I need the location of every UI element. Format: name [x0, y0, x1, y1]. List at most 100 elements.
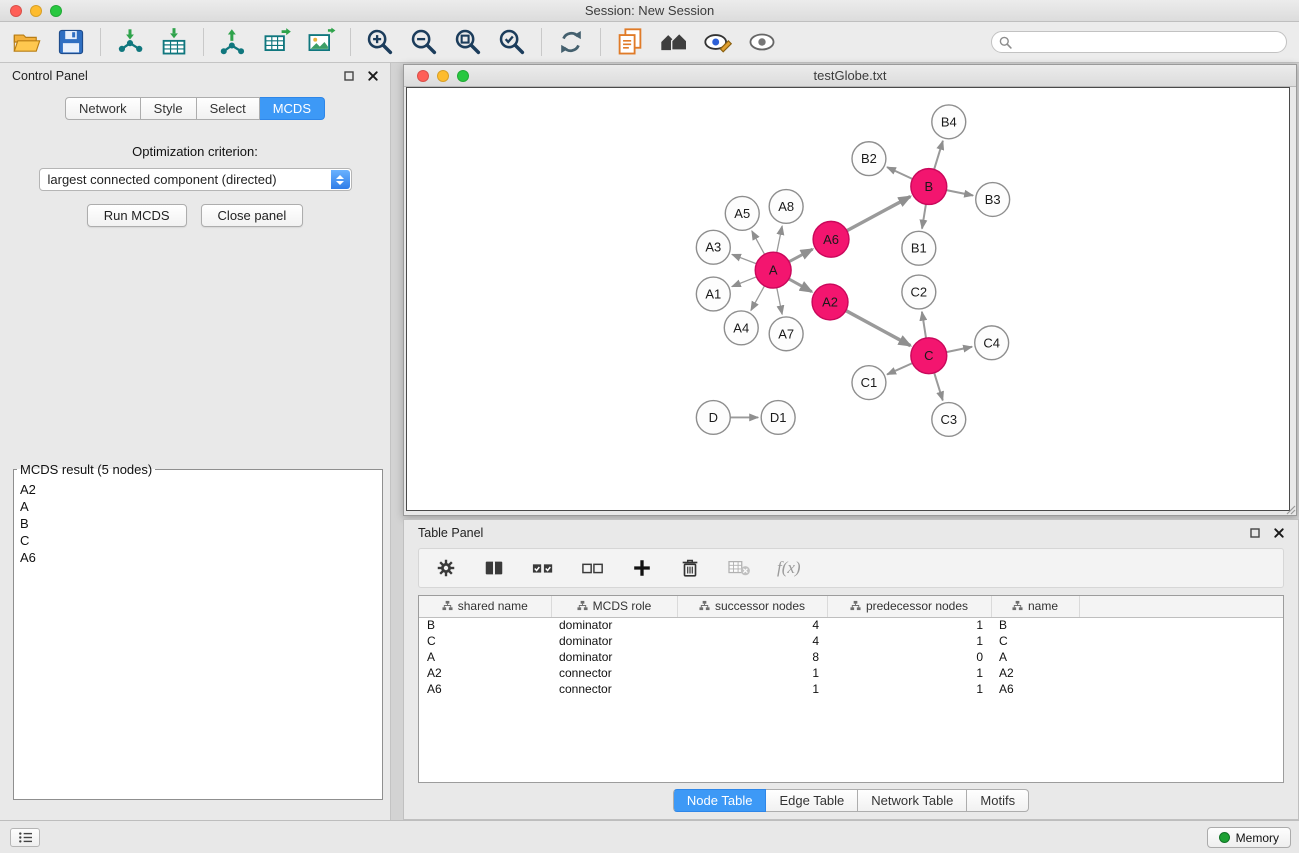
- tab-motifs[interactable]: Motifs: [967, 789, 1029, 812]
- tab-mcds[interactable]: MCDS: [260, 97, 325, 120]
- cell[interactable]: 1: [827, 681, 991, 697]
- birds-eye-view-icon[interactable]: [747, 27, 777, 57]
- node-A[interactable]: A: [755, 252, 791, 288]
- node-B3[interactable]: B3: [976, 183, 1010, 217]
- zoom-traffic-light[interactable]: [50, 5, 62, 17]
- edge-A-A7[interactable]: [777, 288, 782, 315]
- export-network-icon[interactable]: [218, 27, 248, 57]
- network-graph[interactable]: B4B2BB3A5A8A6B1A3AC2A1A2A4A7C4CC1C3DD1: [407, 88, 1289, 510]
- cell[interactable]: 8: [677, 649, 827, 665]
- node-C4[interactable]: C4: [975, 326, 1009, 360]
- node-C[interactable]: C: [911, 338, 947, 374]
- edge-A2-C[interactable]: [846, 311, 911, 346]
- node-A2[interactable]: A2: [812, 284, 848, 320]
- edge-B-B2[interactable]: [887, 167, 913, 179]
- cell[interactable]: A2: [419, 665, 551, 681]
- cell[interactable]: 1: [677, 681, 827, 697]
- edge-A-A3[interactable]: [732, 254, 756, 263]
- node-A1[interactable]: A1: [696, 277, 730, 311]
- cell[interactable]: A: [991, 649, 1079, 665]
- cell[interactable]: 4: [677, 617, 827, 633]
- export-table-icon[interactable]: [262, 27, 292, 57]
- tab-style[interactable]: Style: [141, 97, 197, 120]
- edge-C-C3[interactable]: [934, 373, 943, 401]
- toggle-graphics-details-icon[interactable]: [703, 27, 733, 57]
- column-header-MCDS-role[interactable]: MCDS role: [551, 596, 677, 617]
- edge-A-A5[interactable]: [752, 231, 765, 254]
- edge-A-A4[interactable]: [751, 286, 765, 311]
- optimization-criterion-select[interactable]: largest connected component (directed): [39, 168, 352, 191]
- select-all-icon[interactable]: [531, 557, 555, 579]
- node-A5[interactable]: A5: [725, 196, 759, 230]
- apply-layout-icon[interactable]: [556, 27, 586, 57]
- table-row[interactable]: A2connector11A2: [419, 665, 1283, 681]
- tab-select[interactable]: Select: [197, 97, 260, 120]
- result-item[interactable]: A6: [14, 549, 382, 566]
- table-row[interactable]: A6connector11A6: [419, 681, 1283, 697]
- node-B1[interactable]: B1: [902, 231, 936, 265]
- table-row[interactable]: Adominator80A: [419, 649, 1283, 665]
- cell[interactable]: A6: [991, 681, 1079, 697]
- column-header-predecessor-nodes[interactable]: predecessor nodes: [827, 596, 991, 617]
- zoom-selected-icon[interactable]: [497, 27, 527, 57]
- edge-C-C1[interactable]: [887, 363, 912, 374]
- import-table-icon[interactable]: [159, 27, 189, 57]
- tab-network[interactable]: Network: [65, 97, 141, 120]
- cell[interactable]: A2: [991, 665, 1079, 681]
- close-table-panel-icon[interactable]: [1274, 528, 1284, 538]
- network-close-traffic-light[interactable]: [417, 70, 429, 82]
- home-pages-icon[interactable]: [659, 27, 689, 57]
- cell[interactable]: 1: [827, 617, 991, 633]
- table-row[interactable]: Bdominator41B: [419, 617, 1283, 633]
- import-network-icon[interactable]: [115, 27, 145, 57]
- cell[interactable]: dominator: [551, 617, 677, 633]
- edge-A-A8[interactable]: [777, 226, 782, 253]
- cell[interactable]: 1: [677, 665, 827, 681]
- node-B[interactable]: B: [911, 169, 947, 205]
- tab-network-table[interactable]: Network Table: [858, 789, 967, 812]
- node-D1[interactable]: D1: [761, 401, 795, 435]
- node-C1[interactable]: C1: [852, 366, 886, 400]
- node-B2[interactable]: B2: [852, 142, 886, 176]
- table-row[interactable]: Cdominator41C: [419, 633, 1283, 649]
- minimize-traffic-light[interactable]: [30, 5, 42, 17]
- memory-button[interactable]: Memory: [1207, 827, 1291, 848]
- run-mcds-button[interactable]: Run MCDS: [87, 204, 187, 227]
- edge-A-A1[interactable]: [732, 277, 757, 287]
- node-A8[interactable]: A8: [769, 190, 803, 224]
- cell[interactable]: A6: [419, 681, 551, 697]
- network-minimize-traffic-light[interactable]: [437, 70, 449, 82]
- close-panel-button[interactable]: Close panel: [201, 204, 304, 227]
- node-C2[interactable]: C2: [902, 275, 936, 309]
- task-history-button[interactable]: [10, 828, 40, 847]
- node-A3[interactable]: A3: [696, 230, 730, 264]
- edge-C-C2[interactable]: [922, 312, 926, 338]
- cell[interactable]: B: [419, 617, 551, 633]
- result-item[interactable]: C: [14, 532, 382, 549]
- column-header-shared-name[interactable]: shared name: [419, 596, 551, 617]
- column-header-successor-nodes[interactable]: successor nodes: [677, 596, 827, 617]
- network-view-window[interactable]: testGlobe.txt B4B2BB3A5A8A6B1A3AC2A1A2A4…: [403, 64, 1297, 516]
- network-document-icon[interactable]: [615, 27, 645, 57]
- open-session-icon[interactable]: [12, 27, 42, 57]
- show-columns-icon[interactable]: [483, 557, 505, 579]
- close-panel-icon[interactable]: [368, 71, 378, 81]
- tab-edge-table[interactable]: Edge Table: [766, 789, 858, 812]
- cell[interactable]: connector: [551, 681, 677, 697]
- zoom-in-icon[interactable]: [365, 27, 395, 57]
- edge-A-A2[interactable]: [789, 279, 812, 292]
- cell[interactable]: 1: [827, 633, 991, 649]
- zoom-out-icon[interactable]: [409, 27, 439, 57]
- delete-table-icon[interactable]: [727, 558, 751, 578]
- export-image-icon[interactable]: [306, 27, 336, 57]
- add-column-icon[interactable]: [631, 557, 653, 579]
- window-resize-grip[interactable]: [1284, 503, 1296, 515]
- cell[interactable]: 0: [827, 649, 991, 665]
- cell[interactable]: A: [419, 649, 551, 665]
- cell[interactable]: B: [991, 617, 1079, 633]
- function-builder-fx[interactable]: f(x): [777, 558, 801, 578]
- cell[interactable]: C: [419, 633, 551, 649]
- close-traffic-light[interactable]: [10, 5, 22, 17]
- cell[interactable]: C: [991, 633, 1079, 649]
- network-canvas[interactable]: B4B2BB3A5A8A6B1A3AC2A1A2A4A7C4CC1C3DD1: [406, 87, 1290, 511]
